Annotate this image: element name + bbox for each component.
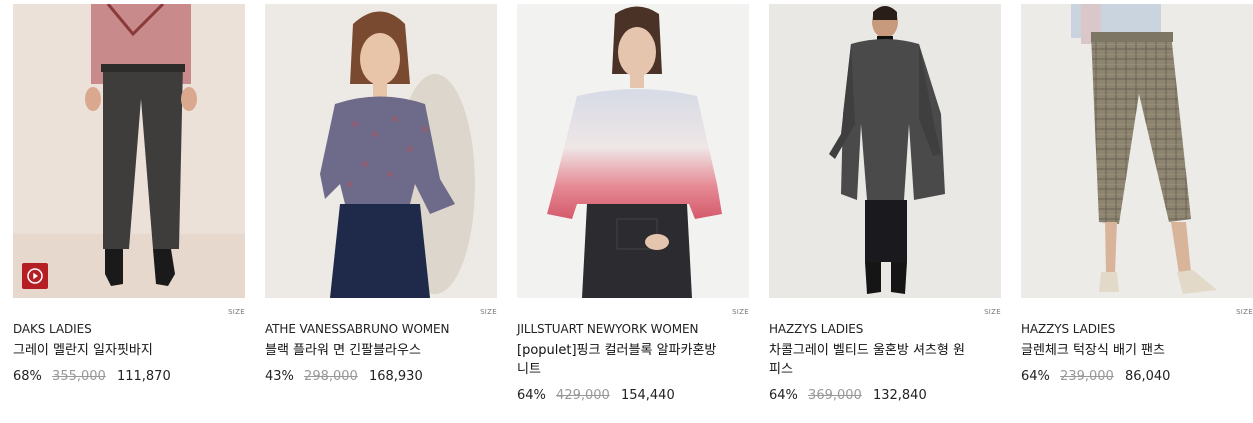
brand-name[interactable]: DAKS LADIES bbox=[13, 321, 245, 337]
size-link[interactable]: SIZE bbox=[1236, 308, 1253, 316]
price-row: 64% 239,000 86,040 bbox=[1021, 368, 1253, 385]
sale-price: 168,930 bbox=[368, 369, 423, 384]
discount-rate: 43% bbox=[265, 369, 294, 384]
sale-price: 86,040 bbox=[1124, 369, 1171, 384]
product-photo bbox=[769, 4, 1001, 298]
size-row: SIZE bbox=[13, 298, 245, 316]
product-photo bbox=[13, 4, 245, 298]
product-photo bbox=[1021, 4, 1253, 298]
price-row: 68% 355,000 111,870 bbox=[13, 368, 245, 385]
size-link[interactable]: SIZE bbox=[228, 308, 245, 316]
product-card[interactable]: SIZE DAKS LADIES 그레이 멜란지 일자핏바지 68% 355,0… bbox=[13, 4, 245, 385]
discount-rate: 64% bbox=[769, 388, 798, 403]
product-card[interactable]: SIZE HAZZYS LADIES 글렌체크 턱장식 배기 팬츠 64% 23… bbox=[1021, 4, 1253, 385]
size-link[interactable]: SIZE bbox=[984, 308, 1001, 316]
product-grid: SIZE DAKS LADIES 그레이 멜란지 일자핏바지 68% 355,0… bbox=[0, 0, 1253, 423]
sale-price: 111,870 bbox=[116, 369, 171, 384]
original-price: 298,000 bbox=[304, 369, 358, 384]
product-name[interactable]: 블랙 플라워 면 긴팔블라우스 bbox=[265, 341, 465, 360]
product-image[interactable] bbox=[13, 4, 245, 298]
size-row: SIZE bbox=[517, 298, 749, 316]
original-price: 355,000 bbox=[52, 369, 106, 384]
video-play-button[interactable] bbox=[22, 263, 48, 289]
product-card[interactable]: SIZE ATHE VANESSABRUNO WOMEN 블랙 플라워 면 긴팔… bbox=[265, 4, 497, 385]
price-row: 64% 369,000 132,840 bbox=[769, 387, 1001, 404]
size-row: SIZE bbox=[769, 298, 1001, 316]
play-circle-icon bbox=[27, 268, 43, 284]
product-name[interactable]: 그레이 멜란지 일자핏바지 bbox=[13, 341, 213, 360]
size-link[interactable]: SIZE bbox=[732, 308, 749, 316]
brand-name[interactable]: ATHE VANESSABRUNO WOMEN bbox=[265, 321, 497, 337]
product-photo bbox=[517, 4, 749, 298]
brand-name[interactable]: HAZZYS LADIES bbox=[1021, 321, 1253, 337]
original-price: 239,000 bbox=[1060, 369, 1114, 384]
product-name[interactable]: [populet]핑크 컬러블록 알파카혼방 니트 bbox=[517, 341, 717, 379]
product-image[interactable] bbox=[517, 4, 749, 298]
price-row: 43% 298,000 168,930 bbox=[265, 368, 497, 385]
product-image[interactable] bbox=[265, 4, 497, 298]
product-photo bbox=[265, 4, 497, 298]
price-row: 64% 429,000 154,440 bbox=[517, 387, 749, 404]
brand-name[interactable]: JILLSTUART NEWYORK WOMEN bbox=[517, 321, 749, 337]
product-image[interactable] bbox=[1021, 4, 1253, 298]
discount-rate: 68% bbox=[13, 369, 42, 384]
product-name[interactable]: 글렌체크 턱장식 배기 팬츠 bbox=[1021, 341, 1221, 360]
sale-price: 154,440 bbox=[620, 388, 675, 403]
brand-name[interactable]: HAZZYS LADIES bbox=[769, 321, 1001, 337]
original-price: 369,000 bbox=[808, 388, 862, 403]
product-image[interactable] bbox=[769, 4, 1001, 298]
discount-rate: 64% bbox=[517, 388, 546, 403]
product-card[interactable]: SIZE JILLSTUART NEWYORK WOMEN [populet]핑… bbox=[517, 4, 749, 404]
size-link[interactable]: SIZE bbox=[480, 308, 497, 316]
original-price: 429,000 bbox=[556, 388, 610, 403]
size-row: SIZE bbox=[1021, 298, 1253, 316]
product-card[interactable]: SIZE HAZZYS LADIES 차콜그레이 벨티드 울혼방 셔츠형 원피스… bbox=[769, 4, 1001, 404]
discount-rate: 64% bbox=[1021, 369, 1050, 384]
product-name[interactable]: 차콜그레이 벨티드 울혼방 셔츠형 원피스 bbox=[769, 341, 969, 379]
sale-price: 132,840 bbox=[872, 388, 927, 403]
size-row: SIZE bbox=[265, 298, 497, 316]
